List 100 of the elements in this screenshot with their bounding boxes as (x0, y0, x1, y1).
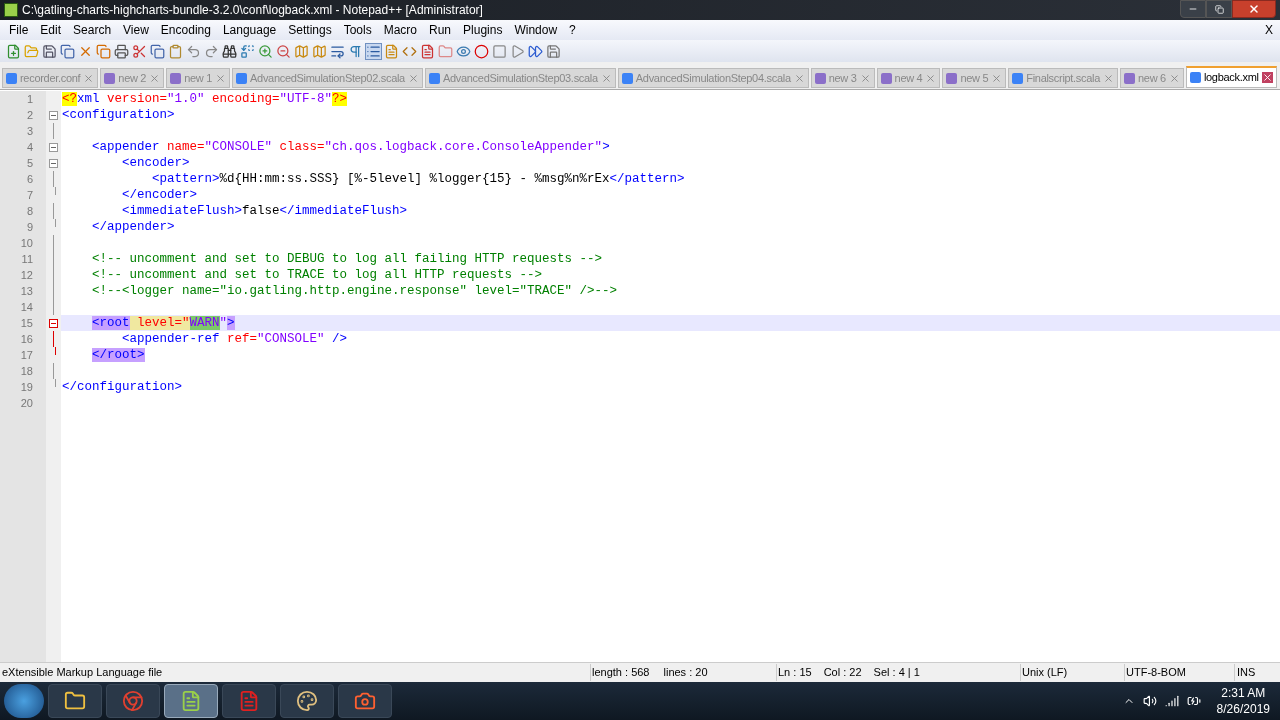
close-tab-icon[interactable] (149, 72, 161, 84)
language-icon[interactable] (420, 43, 435, 59)
menu-item[interactable]: Window (508, 21, 564, 39)
taskbar-app[interactable] (48, 684, 102, 718)
pilcrow-icon[interactable] (348, 43, 363, 59)
close-tab-icon[interactable] (83, 72, 95, 84)
menu-item[interactable]: Macro (377, 21, 423, 39)
menu-item[interactable]: View (117, 21, 155, 39)
line-number: 2 (25, 108, 34, 123)
fold-icon[interactable] (48, 318, 58, 328)
tab[interactable]: logback.xml (1185, 66, 1277, 88)
run-macro-icon[interactable] (528, 43, 543, 59)
menu-item[interactable]: Search (67, 21, 118, 39)
code-line: <!-- uncomment and set to TRACE to log all HTTP requests --> (91, 267, 543, 283)
menu-item[interactable]: Settings (282, 21, 338, 39)
menu-item[interactable]: Run (423, 21, 458, 39)
line-number: 9 (25, 220, 34, 235)
code-line: <pattern>%d{HH:mm:ss.SSS} [%-5level] %logger{15} - %msg%n%rEx</pattern> (151, 171, 685, 187)
fold-icon[interactable] (48, 110, 58, 120)
paint-icon (296, 690, 318, 712)
fold-icon[interactable] (48, 142, 58, 152)
taskbar-app[interactable] (280, 684, 334, 718)
window-title: C:\gatling-charts-highcharts-bundle-3.2.0\conf\logback.xml - Notepad++ [Administrator] (22, 2, 483, 19)
close-all-icon[interactable] (96, 43, 111, 59)
code-line: <encoder> (121, 155, 190, 171)
code-line: <configuration> (62, 107, 175, 123)
close-tab-icon[interactable] (215, 72, 227, 84)
signal-icon[interactable] (1164, 694, 1179, 708)
undo-icon[interactable] (186, 43, 201, 59)
save-icon[interactable] (42, 43, 57, 59)
new-file-icon[interactable] (6, 43, 21, 59)
close-tab-icon[interactable] (1103, 72, 1115, 84)
line-number: 4 (25, 140, 34, 155)
copy-icon[interactable] (150, 43, 165, 59)
close-icon (1248, 3, 1260, 15)
close-tab-icon[interactable] (793, 72, 805, 84)
menu-item[interactable]: Encoding (154, 21, 217, 39)
restore-icon (1214, 4, 1224, 14)
menu-item[interactable]: Plugins (457, 21, 509, 39)
maximize-button[interactable] (1206, 0, 1232, 18)
code-line: </appender> (91, 219, 175, 235)
menu-item[interactable]: Tools (337, 21, 378, 39)
close-button[interactable] (1232, 0, 1276, 18)
zoom-out-icon[interactable] (276, 43, 291, 59)
app-icon (4, 3, 18, 17)
search-icon[interactable] (222, 43, 237, 59)
line-number: 17 (19, 348, 34, 363)
cut-icon[interactable] (132, 43, 147, 59)
start-button[interactable] (4, 684, 44, 718)
encoding-label: UTF-8-BOM (1124, 664, 1234, 681)
sync-horizontal-icon[interactable] (312, 43, 327, 59)
menu-item[interactable]: Language (216, 21, 283, 39)
print-icon[interactable] (114, 43, 129, 59)
taskbar-app[interactable] (338, 684, 392, 718)
document-map-icon[interactable] (384, 43, 399, 59)
fold-icon[interactable] (48, 158, 58, 168)
length-label: length : 568 (592, 665, 650, 681)
line-number: 15 (19, 316, 34, 331)
close-tab-icon[interactable] (991, 72, 1003, 84)
line-number: 16 (19, 332, 34, 347)
save-macro-icon[interactable] (546, 43, 561, 59)
menu-item[interactable]: File (3, 21, 35, 39)
code-line: </encoder> (121, 187, 198, 203)
line-number: 8 (25, 204, 34, 219)
close-tab-icon[interactable] (600, 72, 612, 84)
play-icon[interactable] (510, 43, 525, 59)
close-tab-icon[interactable] (859, 72, 871, 84)
code-line: <immediateFlush>false</immediateFlush> (121, 203, 408, 219)
folder-workspace-icon[interactable] (438, 43, 453, 59)
line-label: Ln : 15 (778, 665, 812, 681)
monitor-icon[interactable] (456, 43, 471, 59)
word-wrap-icon[interactable] (330, 43, 345, 59)
indent-guide-icon[interactable] (366, 43, 381, 59)
line-number: 5 (25, 156, 34, 171)
close-tab-icon[interactable] (1168, 72, 1180, 84)
replace-icon[interactable] (240, 43, 255, 59)
paste-icon[interactable] (168, 43, 183, 59)
lines-label: lines : 20 (663, 665, 708, 681)
close-tab-icon[interactable] (925, 72, 937, 84)
menu-item[interactable]: ? (563, 21, 582, 39)
line-number: 3 (25, 124, 34, 139)
close-tab-icon[interactable] (407, 72, 419, 84)
close-document-button[interactable]: X (1265, 21, 1273, 39)
line-number: 6 (25, 172, 34, 187)
menu-item[interactable]: Edit (34, 21, 68, 39)
line-number: 13 (19, 284, 34, 299)
save-all-icon[interactable] (60, 43, 75, 59)
volume-icon[interactable] (1142, 694, 1157, 708)
battery-icon[interactable] (1186, 694, 1201, 708)
line-number: 18 (19, 364, 34, 379)
record-icon[interactable] (474, 43, 489, 59)
zoom-in-icon[interactable] (258, 43, 273, 59)
minimize-button[interactable] (1180, 0, 1206, 18)
code-line: <!--<logger name="io.gatling.http.engine.response" level="TRACE" />--> (91, 283, 618, 299)
selection-label: Sel : 4 | 1 (873, 665, 920, 681)
stop-icon[interactable] (492, 43, 507, 59)
sync-vertical-icon[interactable] (294, 43, 309, 59)
close-tab-icon[interactable] (1261, 72, 1273, 83)
clock-date: 8/26/2019 (1216, 701, 1270, 717)
line-number: 7 (25, 188, 34, 203)
